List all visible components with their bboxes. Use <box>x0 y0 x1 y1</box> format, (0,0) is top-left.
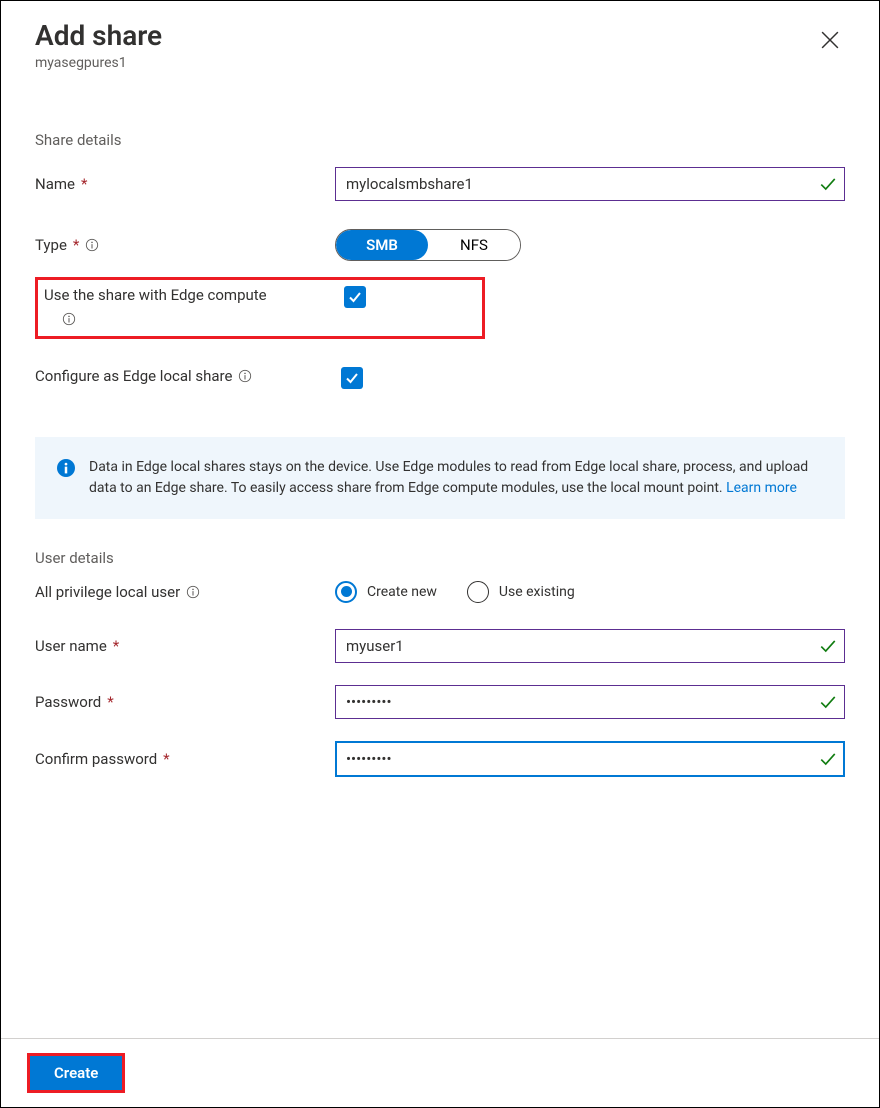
password-label: Password <box>35 693 101 711</box>
panel-subtitle: myasegpures1 <box>35 55 162 71</box>
radio-existing-label: Use existing <box>499 584 575 600</box>
type-option-smb[interactable]: SMB <box>336 230 428 260</box>
panel-footer: Create <box>1 1038 879 1107</box>
name-label: Name <box>35 175 75 193</box>
close-icon <box>821 37 839 52</box>
share-details-heading: Share details <box>35 131 845 149</box>
required-asterisk: * <box>107 693 113 711</box>
radio-selected-icon <box>335 581 357 603</box>
type-label: Type <box>35 236 67 254</box>
info-icon[interactable] <box>62 312 76 326</box>
close-button[interactable] <box>815 25 845 58</box>
radio-use-existing[interactable]: Use existing <box>467 581 575 603</box>
info-icon[interactable] <box>186 585 200 599</box>
radio-create-label: Create new <box>367 584 437 600</box>
radio-create-new[interactable]: Create new <box>335 581 437 603</box>
user-details-heading: User details <box>35 549 845 567</box>
user-mode-radio-group: Create new Use existing <box>335 581 845 603</box>
type-row: Type * SMB NFS <box>35 229 845 261</box>
edge-compute-label: Use the share with Edge compute <box>44 286 267 304</box>
name-input[interactable] <box>335 167 845 201</box>
username-row: User name * <box>35 629 845 663</box>
type-toggle: SMB NFS <box>335 229 521 261</box>
local-share-info-callout: Data in Edge local shares stays on the d… <box>35 437 845 519</box>
local-share-checkbox[interactable] <box>341 367 363 389</box>
required-asterisk: * <box>81 175 87 193</box>
username-input[interactable] <box>335 629 845 663</box>
edge-compute-highlight: Use the share with Edge compute <box>35 277 485 339</box>
info-filled-icon <box>57 459 75 477</box>
required-asterisk: * <box>73 236 79 254</box>
required-asterisk: * <box>163 750 169 768</box>
create-button-highlight: Create <box>27 1053 125 1093</box>
panel-body: Add share myasegpures1 Share details Nam… <box>1 1 879 1038</box>
edge-compute-checkbox[interactable] <box>344 286 366 308</box>
panel-title: Add share <box>35 19 162 53</box>
confirm-password-label: Confirm password <box>35 750 157 768</box>
local-share-label: Configure as Edge local share <box>35 367 232 385</box>
learn-more-link[interactable]: Learn more <box>726 480 797 496</box>
local-share-row: Configure as Edge local share <box>35 367 845 389</box>
name-row: Name * <box>35 167 845 201</box>
panel-header: Add share myasegpures1 <box>35 19 845 71</box>
info-icon[interactable] <box>85 238 99 252</box>
create-button[interactable]: Create <box>30 1056 122 1090</box>
password-row: Password * <box>35 685 845 719</box>
confirm-password-row: Confirm password * <box>35 741 845 777</box>
privilege-user-label: All privilege local user <box>35 583 180 601</box>
type-option-nfs[interactable]: NFS <box>428 230 520 260</box>
required-asterisk: * <box>113 637 119 655</box>
info-callout-text: Data in Edge local shares stays on the d… <box>89 459 808 496</box>
password-input[interactable] <box>335 685 845 719</box>
info-icon[interactable] <box>238 369 252 383</box>
add-share-panel: Add share myasegpures1 Share details Nam… <box>0 0 880 1108</box>
privilege-user-row: All privilege local user Create new Use … <box>35 581 845 603</box>
radio-unselected-icon <box>467 581 489 603</box>
confirm-password-input[interactable] <box>335 741 845 777</box>
username-label: User name <box>35 637 107 655</box>
